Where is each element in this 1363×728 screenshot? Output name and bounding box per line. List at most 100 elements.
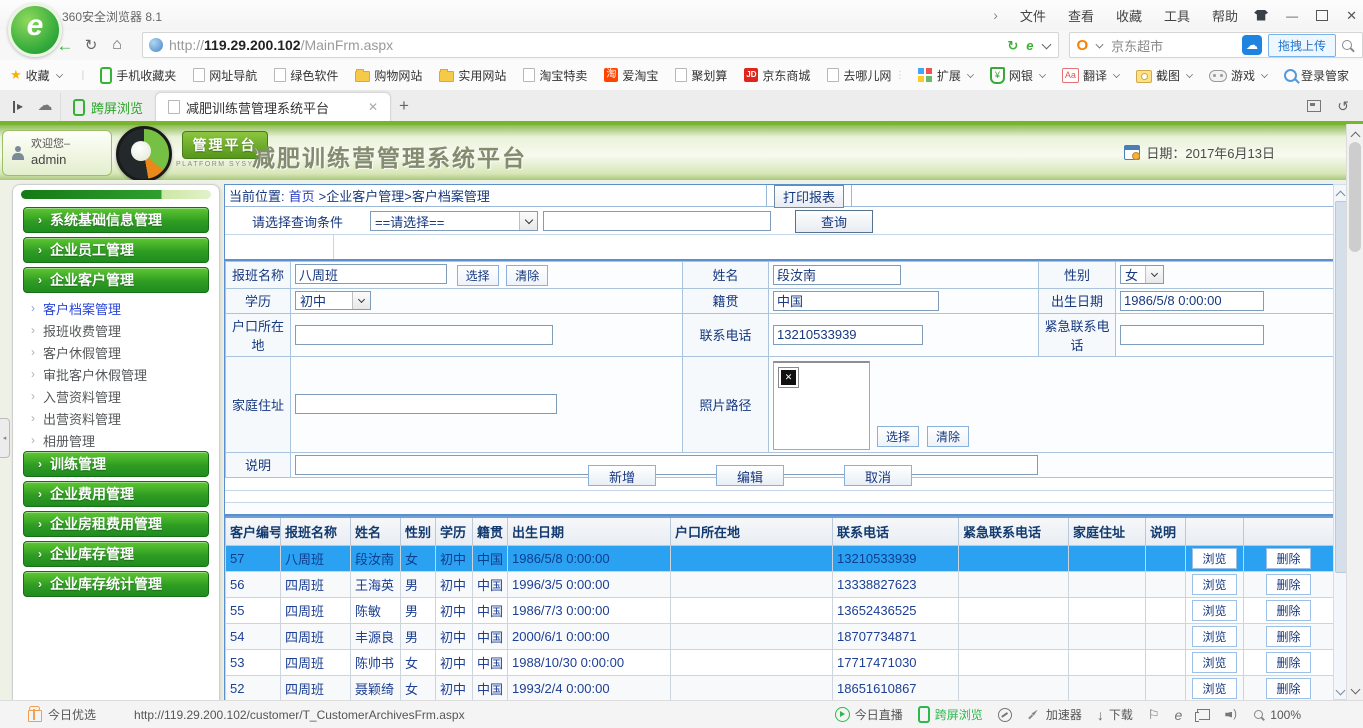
- bookmark-item[interactable]: 实用网站: [439, 67, 506, 84]
- name-input[interactable]: [773, 265, 901, 285]
- url-text[interactable]: http://119.29.200.102/MainFrm.aspx: [169, 37, 1007, 53]
- close-icon[interactable]: [1346, 9, 1357, 22]
- column-header[interactable]: 说明: [1146, 517, 1186, 546]
- sidebar-link[interactable]: › 客户休假管理: [13, 341, 219, 363]
- column-header[interactable]: 联系电话: [833, 517, 959, 546]
- column-header[interactable]: 学历: [436, 517, 473, 546]
- page-scrollbar[interactable]: [1346, 124, 1363, 700]
- breadcrumb-home-link[interactable]: 首页: [289, 186, 315, 205]
- sidebar-group-button[interactable]: › 企业房租费用管理: [23, 511, 209, 537]
- delete-button[interactable]: 删除: [1266, 678, 1310, 699]
- window-list-icon[interactable]: [1307, 100, 1321, 112]
- class-name-input[interactable]: [295, 264, 447, 284]
- column-header[interactable]: 紧急联系电话: [959, 517, 1069, 546]
- delete-button[interactable]: 删除: [1266, 548, 1310, 569]
- search-input[interactable]: 京东超市: [1111, 36, 1236, 55]
- sidebar-collapse-handle[interactable]: ◂: [0, 418, 10, 458]
- sidebar-group-button[interactable]: › 企业库存统计管理: [23, 571, 209, 597]
- emergency-phone-input[interactable]: [1120, 325, 1264, 345]
- gender-select[interactable]: 女: [1120, 265, 1164, 284]
- column-header[interactable]: 户口所在地: [671, 517, 833, 546]
- sidebar-link[interactable]: › 审批客户休假管理: [13, 363, 219, 385]
- live-link[interactable]: 今日直播: [835, 706, 903, 723]
- class-clear-button[interactable]: 清除: [506, 265, 548, 286]
- edit-button[interactable]: 编辑: [716, 465, 784, 486]
- sidebar-link[interactable]: › 出营资料管理: [13, 407, 219, 429]
- feedback-flag-icon[interactable]: [1148, 708, 1160, 721]
- column-header[interactable]: 性别: [401, 517, 436, 546]
- booster-link[interactable]: 加速器: [1027, 706, 1082, 723]
- zoom-control[interactable]: 100%: [1254, 708, 1301, 722]
- birth-date-input[interactable]: [1120, 291, 1264, 311]
- search-engine-icon[interactable]: O: [1076, 37, 1088, 54]
- column-header[interactable]: 报班名称: [281, 517, 351, 546]
- new-tab-button[interactable]: +: [391, 93, 417, 119]
- query-condition-select[interactable]: ==请选择==: [370, 211, 538, 231]
- scroll-up-icon[interactable]: [1334, 188, 1346, 201]
- no-trace-icon[interactable]: [1007, 39, 1018, 52]
- sidebar-group-button[interactable]: › 企业库存管理: [23, 541, 209, 567]
- maximize-icon[interactable]: [1316, 10, 1328, 21]
- scroll-down-icon[interactable]: [1347, 686, 1363, 695]
- browse-button[interactable]: 浏览: [1192, 678, 1236, 699]
- table-row[interactable]: 57 八周班 段汝南 女 初中 中国 1986/5/8 0:00:00 1321…: [226, 546, 1334, 572]
- table-row[interactable]: 56 四周班 王海英 男 初中 中国 1996/3/5 0:00:00 1333…: [226, 572, 1334, 598]
- column-header[interactable]: [1244, 517, 1334, 546]
- search-box[interactable]: O 京东超市 ☁ 拖拽上传: [1069, 32, 1363, 58]
- delete-button[interactable]: 删除: [1266, 652, 1310, 673]
- scrollbar-thumb[interactable]: [1349, 142, 1361, 252]
- sidebar-link[interactable]: › 客户档案管理: [13, 297, 219, 319]
- sidebar-group-button[interactable]: › 企业员工管理: [23, 237, 209, 263]
- browse-button[interactable]: 浏览: [1192, 652, 1236, 673]
- toolbar-item[interactable]: 截图: [1136, 67, 1195, 84]
- menu-item[interactable]: 工具: [1164, 6, 1190, 25]
- search-engine-dropdown-icon[interactable]: [1096, 40, 1104, 48]
- download-link[interactable]: 下载: [1097, 706, 1133, 723]
- toolbar-item[interactable]: 扩展: [918, 67, 976, 84]
- browse-button[interactable]: 浏览: [1192, 548, 1236, 569]
- tab-active[interactable]: 减肥训练营管理系统平台 ✕: [155, 92, 391, 121]
- query-value-input[interactable]: [543, 211, 771, 231]
- sidebar-expand-icon[interactable]: [0, 99, 30, 112]
- sidebar-group-button[interactable]: › 系统基础信息管理: [23, 207, 209, 233]
- home-address-input[interactable]: [295, 394, 557, 414]
- bookmark-item[interactable]: 淘宝特卖: [523, 67, 587, 84]
- minimize-icon[interactable]: [1286, 9, 1298, 22]
- menu-item[interactable]: 帮助: [1212, 6, 1238, 25]
- weather-cloud-icon[interactable]: [30, 98, 60, 113]
- toolbar-item[interactable]: 网银: [990, 67, 1048, 84]
- tab-close-icon[interactable]: ✕: [368, 100, 378, 114]
- skin-theme-icon[interactable]: [1254, 10, 1268, 21]
- column-header[interactable]: 籍贯: [473, 517, 508, 546]
- browse-button[interactable]: 浏览: [1192, 626, 1236, 647]
- delete-button[interactable]: 删除: [1266, 574, 1310, 595]
- bookmark-item[interactable]: 绿色软件: [274, 67, 338, 84]
- column-header[interactable]: 出生日期: [508, 517, 671, 546]
- sidebar-link[interactable]: › 报班收费管理: [13, 319, 219, 341]
- sidebar-link[interactable]: › 入营资料管理: [13, 385, 219, 407]
- scroll-up-icon[interactable]: [1347, 129, 1363, 142]
- bookmark-item[interactable]: 京东商城: [744, 67, 810, 84]
- bookmark-item[interactable]: 购物网站: [355, 67, 422, 84]
- speaker-icon[interactable]: [1225, 709, 1239, 721]
- tab-cross-screen[interactable]: 跨屏浏览: [60, 93, 155, 121]
- bookmark-item[interactable]: 去哪儿网: [827, 67, 891, 84]
- sidebar-group-button[interactable]: › 企业客户管理: [23, 267, 209, 293]
- browser-logo-icon[interactable]: [8, 3, 62, 57]
- residence-input[interactable]: [295, 325, 553, 345]
- query-button[interactable]: 查询: [795, 210, 873, 233]
- toolbar-item[interactable]: 登录管家: [1284, 67, 1349, 84]
- url-dropdown-icon[interactable]: [1042, 39, 1052, 49]
- compat-mode-icon[interactable]: [998, 708, 1012, 722]
- table-row[interactable]: 53 四周班 陈帅书 女 初中 中国 1988/10/30 0:00:00 17…: [226, 650, 1334, 676]
- column-header[interactable]: 家庭住址: [1069, 517, 1146, 546]
- column-header[interactable]: 姓名: [351, 517, 401, 546]
- favorites-button[interactable]: 收藏: [10, 67, 65, 84]
- column-header[interactable]: [1186, 517, 1244, 546]
- sidebar-group-button[interactable]: › 企业费用管理: [23, 481, 209, 507]
- search-icon[interactable]: [1342, 40, 1352, 50]
- bookmark-item[interactable]: 聚划算: [675, 67, 727, 84]
- menu-item[interactable]: 文件: [1020, 6, 1046, 25]
- add-button[interactable]: 新增: [588, 465, 656, 486]
- bookmark-item[interactable]: 手机收藏夹: [100, 67, 176, 84]
